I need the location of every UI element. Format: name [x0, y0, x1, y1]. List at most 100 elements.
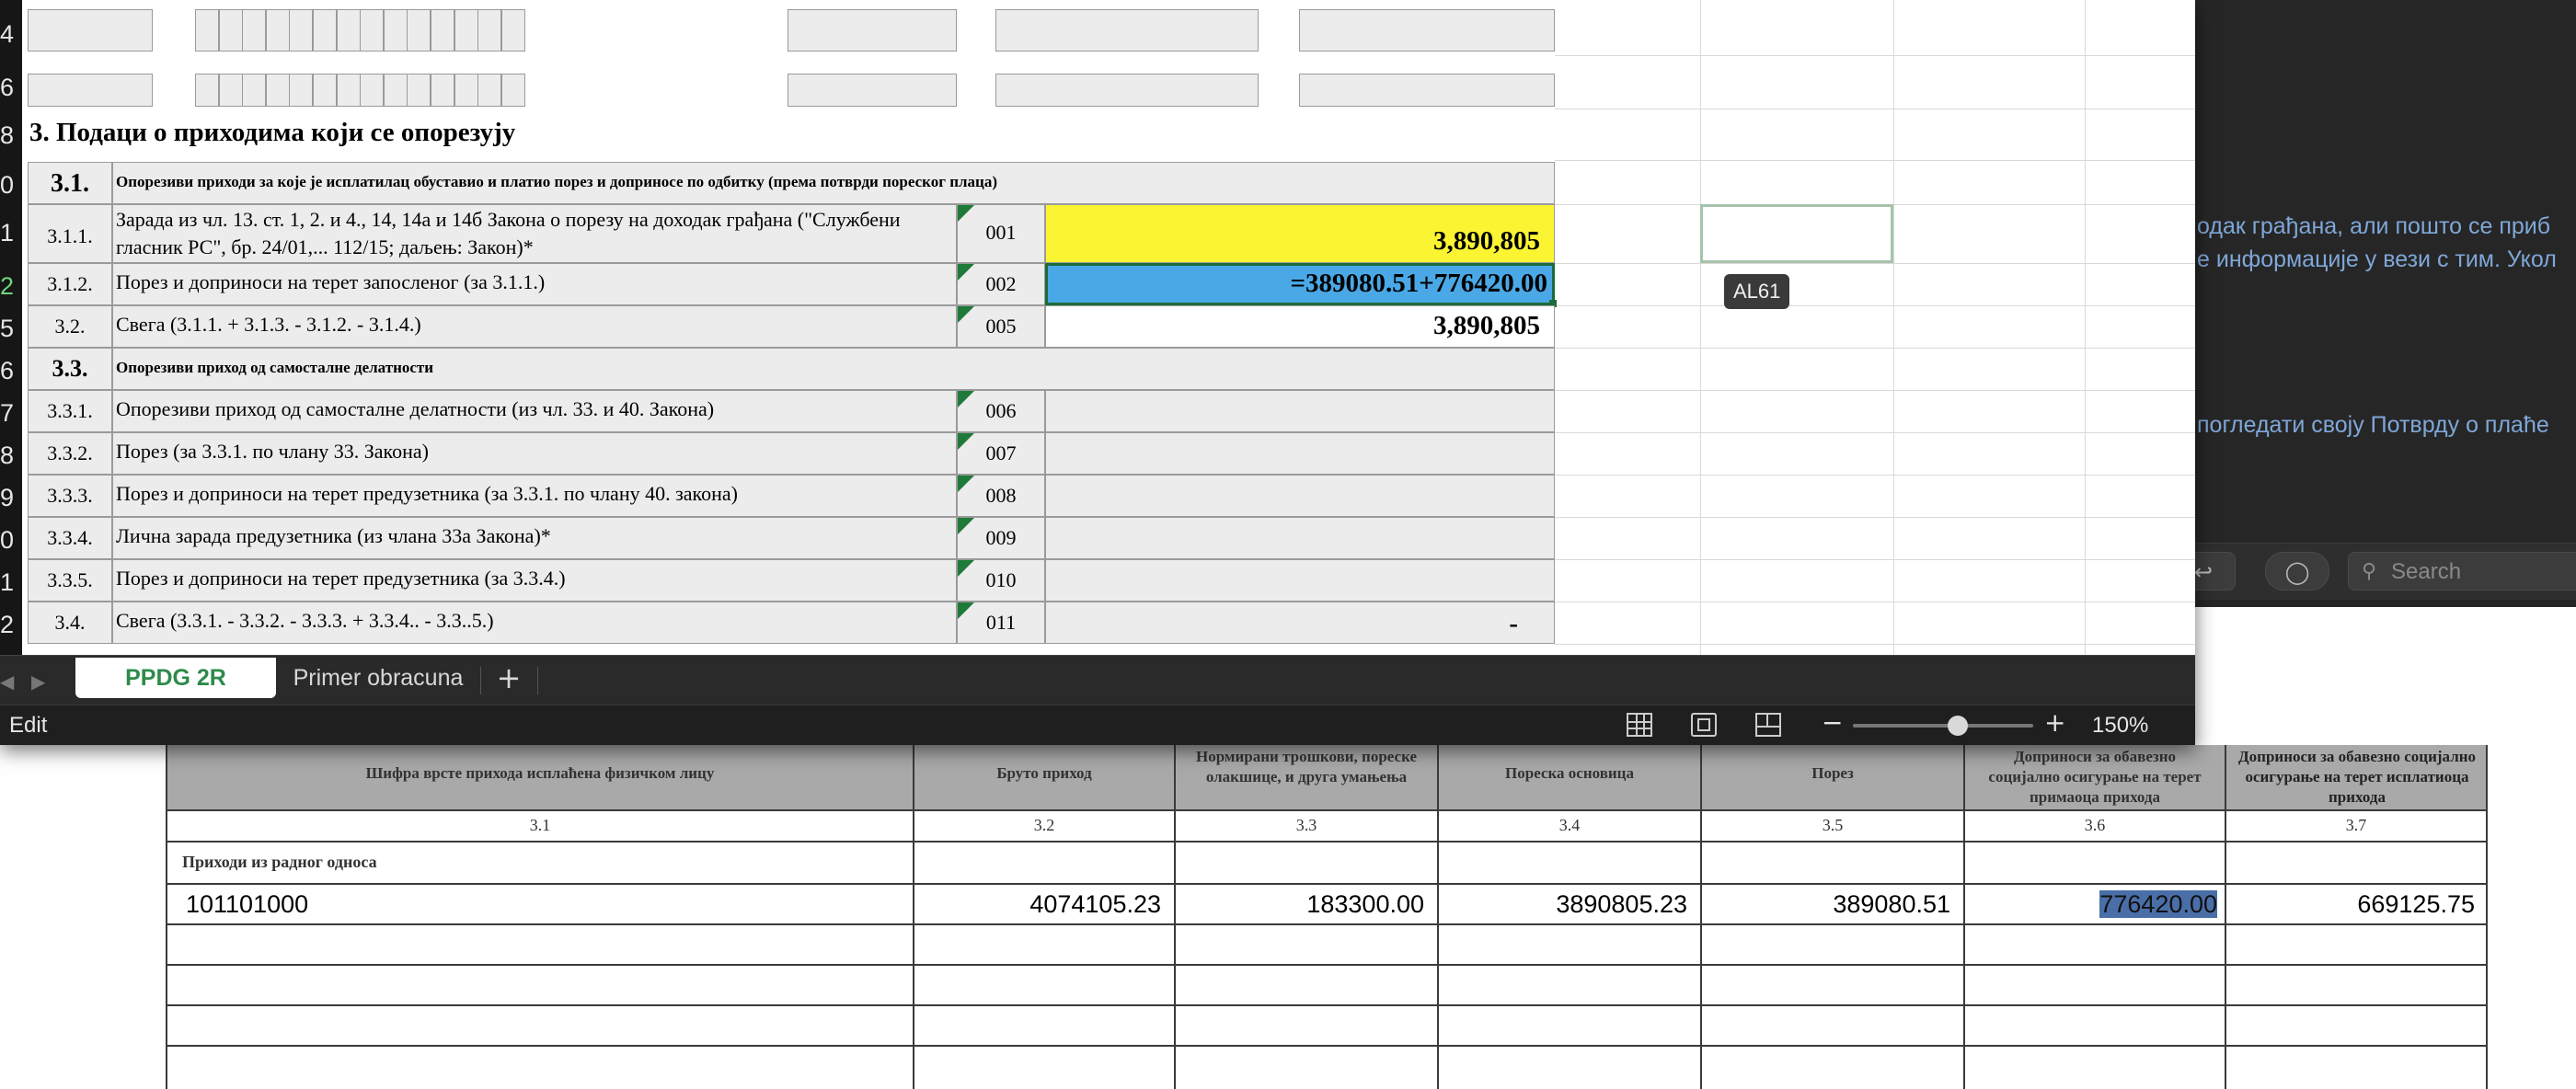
input-box[interactable]	[265, 74, 290, 107]
pdf-cell-deductions: 183300.00	[1306, 890, 1424, 918]
row-number[interactable]: 1	[0, 219, 22, 246]
row-label: Свега (3.1.1. + 3.1.3. - 3.1.2. - 3.1.4.…	[116, 313, 421, 336]
row-number[interactable]: 2	[0, 611, 22, 638]
input-box[interactable]	[1299, 9, 1555, 52]
row-number[interactable]: 6	[0, 74, 22, 101]
row-number[interactable]: 8	[0, 441, 22, 469]
zoom-in-button[interactable]: +	[2044, 707, 2065, 738]
zoom-slider-thumb[interactable]	[1947, 716, 1968, 736]
input-box[interactable]	[383, 9, 408, 52]
value-cell[interactable]	[1045, 517, 1555, 559]
input-box[interactable]	[500, 9, 525, 52]
row-number[interactable]: 5	[0, 315, 22, 342]
input-box[interactable]	[336, 9, 361, 52]
markup-pen-icon[interactable]: ◯	[2265, 552, 2329, 590]
input-box[interactable]	[242, 9, 267, 52]
input-box[interactable]	[454, 74, 478, 107]
input-box[interactable]	[407, 74, 431, 107]
pdf-col-number: 3.7	[2345, 816, 2367, 834]
row-label: Порез (за 3.3.1. по члану 33. Закона)	[116, 440, 429, 463]
input-box[interactable]	[995, 9, 1259, 52]
row-number[interactable]: 4	[0, 20, 22, 48]
input-box[interactable]	[995, 74, 1259, 107]
row-label: Опорезиви приход од самосталне делатност…	[116, 359, 434, 376]
zoom-slider[interactable]	[1853, 716, 2033, 736]
input-box[interactable]	[788, 9, 957, 52]
row-label: Порез и доприноси на терет предузетника …	[116, 482, 738, 505]
row-num-label: 3.4.	[54, 611, 86, 634]
hover-cell-outline[interactable]	[1700, 204, 1893, 263]
input-box[interactable]	[28, 9, 153, 52]
pdf-col-number: 3.3	[1295, 816, 1317, 834]
row-number[interactable]: 6	[0, 357, 22, 384]
input-box[interactable]	[788, 74, 957, 107]
input-box[interactable]	[195, 74, 219, 107]
input-box[interactable]	[454, 9, 478, 52]
pdf-cell-employer-contributions: 669125.75	[2357, 890, 2475, 918]
row-label-line: гласник РС", бр. 24/01,... 112/15; даљењ…	[116, 235, 534, 258]
row-number[interactable]: 0	[0, 526, 22, 554]
pdf-col-number: 3.5	[1822, 816, 1844, 834]
pdf-cell-gross-income: 4074105.23	[1029, 890, 1161, 918]
row-number[interactable]: 0	[0, 171, 22, 199]
value-cell[interactable]	[1045, 475, 1555, 517]
formula-text[interactable]: =389080.51+776420.00	[1049, 269, 1547, 299]
value-cell[interactable]	[1045, 559, 1555, 602]
search-icon: ⚲	[2362, 560, 2377, 583]
input-box[interactable]	[360, 74, 385, 107]
pdf-section-label: Приходи из радног односа	[182, 853, 377, 871]
pdf-col-number: 3.2	[1033, 816, 1055, 834]
input-box[interactable]	[289, 74, 314, 107]
value-cell[interactable]	[1045, 432, 1555, 475]
search-input[interactable]: ⚲ Search	[2348, 552, 2576, 590]
code-label: 001	[985, 221, 1017, 244]
input-box[interactable]	[477, 74, 502, 107]
zoom-level[interactable]: 150%	[2092, 713, 2148, 739]
row-num-label: 3.1.2.	[47, 272, 93, 295]
tab-ppdg-2r[interactable]: PPDG 2R	[75, 658, 276, 698]
pdf-col-header: Шифра врсте прихода исплаћена физичком л…	[365, 764, 715, 782]
zoom-out-button[interactable]: −	[1822, 707, 1843, 738]
input-box[interactable]	[28, 74, 153, 107]
input-box[interactable]	[289, 9, 314, 52]
row-number-selected[interactable]: 2	[0, 272, 22, 300]
input-box[interactable]	[500, 74, 525, 107]
scroll-tabs-left-icon[interactable]: ◀	[0, 671, 14, 693]
input-box[interactable]	[360, 9, 385, 52]
input-box[interactable]	[383, 74, 408, 107]
page-layout-view-icon[interactable]	[1691, 713, 1717, 737]
input-box[interactable]	[218, 9, 243, 52]
pdf-col-header: Порез	[1811, 764, 1854, 782]
input-box[interactable]	[431, 9, 454, 52]
normal-view-icon[interactable]	[1627, 713, 1652, 737]
input-box[interactable]	[1299, 74, 1555, 107]
pdf-cell-employee-contributions[interactable]: 776420.00	[1965, 890, 2217, 919]
row-number[interactable]: 8	[0, 121, 22, 149]
input-box[interactable]	[477, 9, 502, 52]
input-box[interactable]	[431, 74, 454, 107]
row-num-label: 3.3.4.	[47, 526, 93, 549]
input-box[interactable]	[407, 9, 431, 52]
pdf-col-header: Бруто приход	[996, 764, 1092, 782]
pdf-col-header: Доприноси за обавезно социјално осигурањ…	[2237, 748, 2477, 806]
row-number[interactable]: 7	[0, 399, 22, 427]
input-box[interactable]	[313, 9, 337, 52]
pdf-document: Шифра врсте прихода исплаћена физичком л…	[0, 745, 2576, 1089]
row-label: Порез и доприноси на терет запосленог (з…	[116, 270, 546, 293]
input-box[interactable]	[336, 74, 361, 107]
input-box[interactable]	[195, 9, 219, 52]
input-box[interactable]	[265, 9, 290, 52]
scroll-tabs-right-icon[interactable]: ▶	[31, 671, 45, 693]
input-box[interactable]	[218, 74, 243, 107]
row-number[interactable]: 1	[0, 568, 22, 596]
mode-indicator: Edit	[9, 713, 48, 738]
add-sheet-button[interactable]: +	[491, 658, 526, 698]
tab-primer-obracuna[interactable]: Primer obracuna	[276, 658, 480, 698]
input-box[interactable]	[242, 74, 267, 107]
section-title: 3. Подаци о приходима који се опорезују	[29, 118, 516, 147]
row-number[interactable]: 9	[0, 484, 22, 511]
input-box[interactable]	[313, 74, 337, 107]
page-break-view-icon[interactable]	[1755, 713, 1781, 737]
row-num-label: 3.3.3.	[47, 484, 93, 507]
value-cell[interactable]	[1045, 390, 1555, 432]
